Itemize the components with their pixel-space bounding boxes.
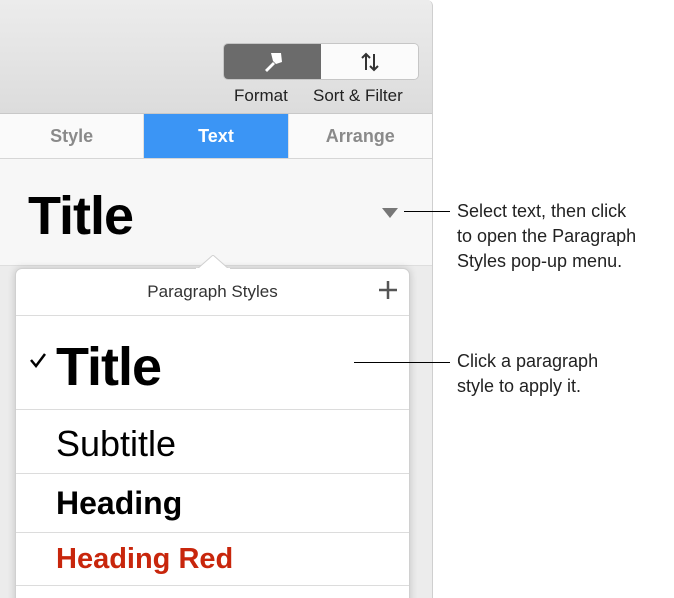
toolbar: Format Sort & Filter <box>0 0 432 114</box>
style-label: Title <box>56 337 162 397</box>
style-label: Subtitle <box>56 423 177 464</box>
callout-text: to open the Paragraph <box>457 226 637 246</box>
style-item-heading[interactable]: Heading <box>16 474 409 533</box>
toolbar-segmented-control <box>223 43 419 80</box>
paragraph-styles-popover: Paragraph Styles Title Subtitle Heading … <box>15 255 410 598</box>
popover-title: Paragraph Styles <box>147 282 278 301</box>
style-item-title[interactable]: Title <box>16 316 409 410</box>
tab-arrange[interactable]: Arrange <box>289 114 432 158</box>
callout-text: style to apply it. <box>457 376 582 396</box>
checkmark-icon <box>30 353 46 368</box>
tab-style[interactable]: Style <box>0 114 145 158</box>
dropdown-triangle-icon[interactable] <box>381 207 399 219</box>
style-item-subtitle[interactable]: Subtitle <box>16 410 409 474</box>
sort-arrows-icon <box>360 52 379 71</box>
format-sidebar: Format Sort & Filter Style Text Arrange … <box>0 0 433 598</box>
add-style-icon[interactable] <box>377 279 399 301</box>
format-button[interactable] <box>224 44 321 79</box>
current-style-name: Title <box>28 186 134 246</box>
popover-arrow <box>196 255 230 270</box>
callout-text: Select text, then click <box>457 201 627 221</box>
paintbrush-icon <box>264 52 282 72</box>
style-label: Heading <box>56 485 183 521</box>
callout-line <box>404 211 450 212</box>
format-label: Format <box>234 86 288 105</box>
callout-apply-style: Click a paragraph style to apply it. <box>457 349 598 399</box>
popover-header: Paragraph Styles <box>16 269 409 316</box>
callout-line <box>354 362 450 363</box>
callout-paragraph-menu: Select text, then click to open the Para… <box>457 199 636 274</box>
callout-text: Click a paragraph <box>457 351 599 371</box>
tab-text[interactable]: Text <box>144 114 289 158</box>
sort-filter-label: Sort & Filter <box>313 86 403 105</box>
style-item-heading-red[interactable]: Heading Red <box>16 533 409 586</box>
paragraph-style-selector[interactable]: Title <box>0 159 432 266</box>
inspector-tabs: Style Text Arrange <box>0 114 432 159</box>
style-label: Heading Red <box>56 543 234 575</box>
callout-text: Styles pop-up menu. <box>457 251 623 271</box>
sort-filter-button[interactable] <box>321 44 418 79</box>
